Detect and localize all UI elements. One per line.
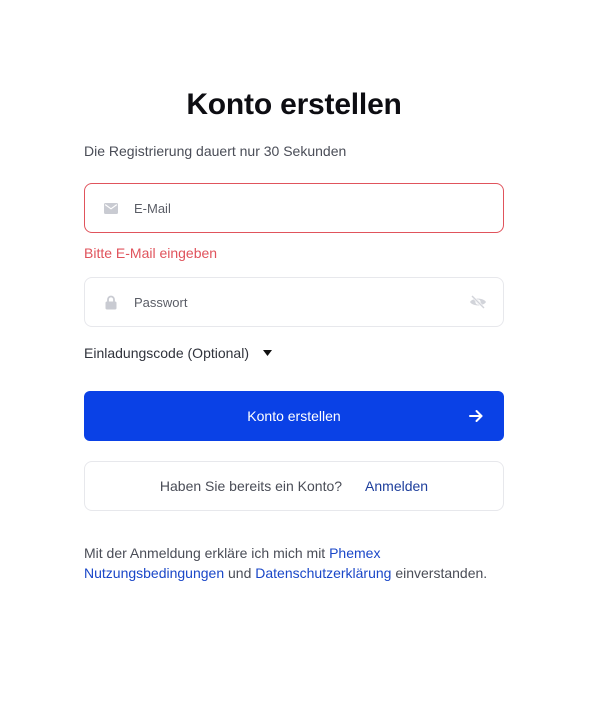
create-account-button-label: Konto erstellen <box>247 408 341 424</box>
password-input[interactable] <box>134 282 469 322</box>
page-title: Konto erstellen <box>186 88 402 121</box>
legal-suffix: einverstanden. <box>391 565 488 581</box>
login-question: Haben Sie bereits ein Konto? <box>159 478 343 494</box>
legal-notice: Mit der Anmeldung erkläre ich mich mit P… <box>84 543 504 583</box>
legal-middle: und <box>224 565 256 581</box>
invite-code-label: Einladungscode (Optional) <box>84 345 249 361</box>
password-field[interactable] <box>84 277 504 327</box>
privacy-link[interactable]: Datenschutzerklärung <box>255 565 391 581</box>
eye-off-icon[interactable] <box>469 293 487 311</box>
email-field[interactable] <box>84 183 504 233</box>
lock-icon <box>103 294 119 310</box>
page-subtitle: Die Registrierung dauert nur 30 Sekunden <box>84 143 347 159</box>
email-error-message: Bitte E-Mail eingeben <box>84 245 218 261</box>
legal-prefix: Mit der Anmeldung erkläre ich mich mit <box>84 545 330 561</box>
create-account-button[interactable]: Konto erstellen <box>84 391 504 441</box>
login-prompt: Haben Sie bereits ein Konto? Anmelden <box>84 461 504 511</box>
mail-icon <box>103 200 119 216</box>
caret-down-icon <box>262 348 272 358</box>
arrow-right-icon <box>468 408 484 424</box>
invite-code-toggle[interactable]: Einladungscode (Optional) <box>84 345 272 361</box>
login-link[interactable]: Anmelden <box>365 478 428 494</box>
email-input[interactable] <box>134 188 503 228</box>
